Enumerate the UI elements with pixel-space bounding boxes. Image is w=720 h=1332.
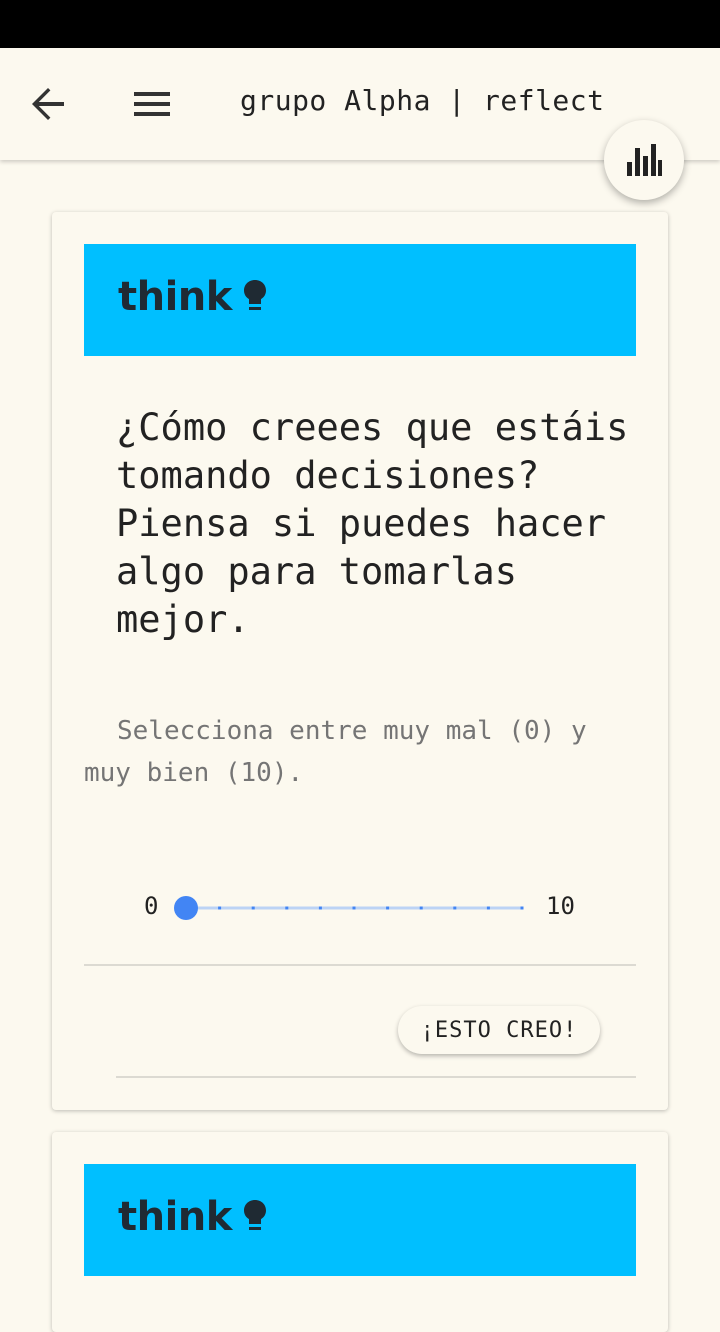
slider-max-label: 10 xyxy=(546,892,575,920)
submit-answer-button[interactable]: ¡ESTO CREO! xyxy=(398,1006,600,1054)
slider-tick xyxy=(520,906,524,910)
slider-tick xyxy=(386,906,390,910)
lightbulb-icon xyxy=(244,280,266,310)
slider-tick xyxy=(453,906,457,910)
rating-slider[interactable] xyxy=(174,892,534,924)
slider-thumb[interactable] xyxy=(174,896,198,920)
slider-tick xyxy=(318,906,322,910)
status-bar xyxy=(0,0,720,48)
banner-label: think xyxy=(118,274,232,320)
page-title: grupo Alpha | reflect xyxy=(240,84,605,117)
hint-text: Selecciona entre muy mal (0) y muy bien … xyxy=(84,716,587,788)
slider-tick xyxy=(285,906,289,910)
lightbulb-icon xyxy=(244,1200,266,1230)
banner-label: think xyxy=(118,1194,232,1240)
slider-tick xyxy=(218,906,222,910)
think-banner: think xyxy=(84,1164,636,1276)
slider-tick xyxy=(251,906,255,910)
slider-tick xyxy=(486,906,490,910)
stats-button[interactable] xyxy=(604,120,684,200)
divider xyxy=(84,964,636,966)
question-text: ¿Cómo creees que estáis tomando decision… xyxy=(116,406,629,641)
arrow-left-icon[interactable] xyxy=(24,80,72,128)
bar-chart-icon xyxy=(627,144,662,176)
question-card: think xyxy=(52,1132,668,1332)
slider-tick xyxy=(352,906,356,910)
hamburger-menu-icon[interactable] xyxy=(128,80,176,128)
divider xyxy=(116,1076,636,1078)
slider-tick xyxy=(419,906,423,910)
slider-min-label: 0 xyxy=(144,892,159,920)
think-banner: think xyxy=(84,244,636,356)
question-card: think ¿Cómo creees que estáis tomando de… xyxy=(52,212,668,1110)
